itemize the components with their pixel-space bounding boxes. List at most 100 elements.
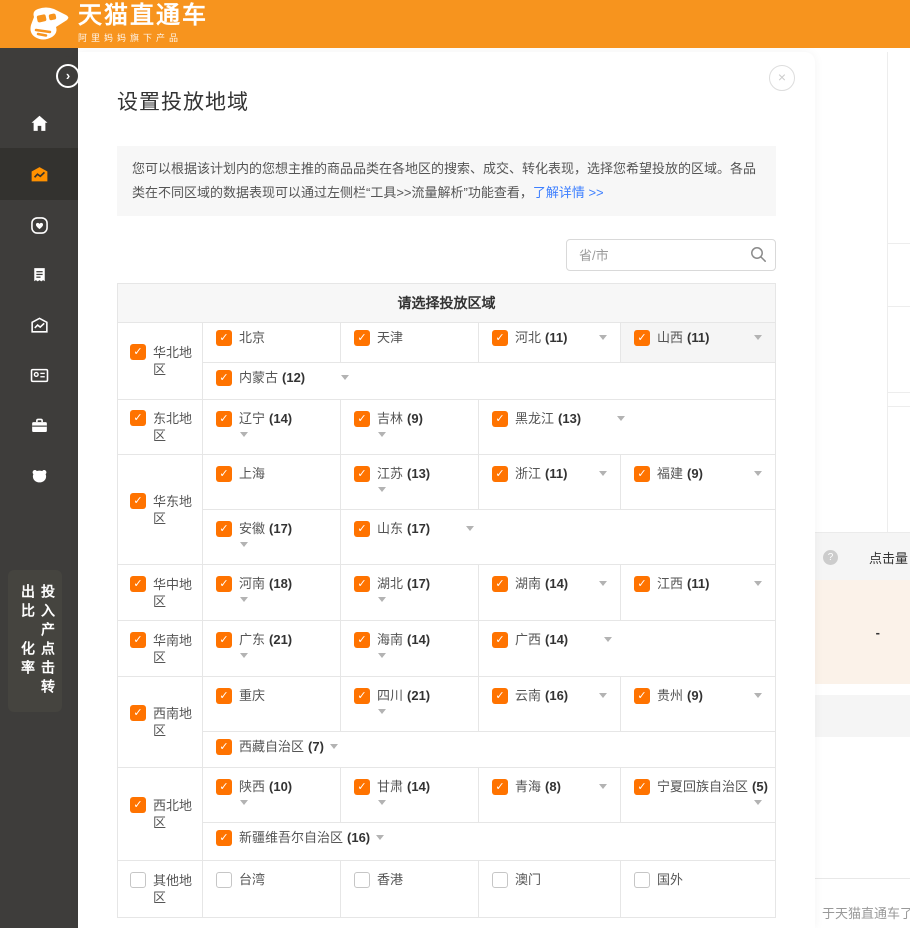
吉林-expand-chevron-down-icon[interactable] — [378, 432, 478, 437]
region-cell-其他地区: 其他地区 — [118, 861, 203, 917]
checkbox-天津[interactable]: ✓ — [354, 330, 370, 346]
checkbox-重庆[interactable]: ✓ — [216, 688, 232, 704]
西藏自治区-expand-chevron-down-icon[interactable] — [330, 739, 338, 749]
山东-expand-chevron-down-icon[interactable] — [466, 521, 474, 531]
checkbox-国外[interactable] — [634, 872, 650, 888]
checkbox-海南[interactable]: ✓ — [354, 632, 370, 648]
checkbox-新疆维吾尔自治区[interactable]: ✓ — [216, 830, 232, 846]
checkbox-华南地区[interactable]: ✓ — [130, 632, 146, 648]
广西-expand-chevron-down-icon[interactable] — [604, 632, 612, 642]
checkbox-山东[interactable]: ✓ — [354, 521, 370, 537]
help-icon[interactable]: ? — [823, 550, 838, 565]
checkbox-内蒙古[interactable]: ✓ — [216, 370, 232, 386]
province-cell-北京: ✓北京 — [203, 323, 341, 362]
checkbox-甘肃[interactable]: ✓ — [354, 779, 370, 795]
sidebar-item-favorites-heart[interactable] — [0, 200, 78, 250]
江西-expand-chevron-down-icon[interactable] — [754, 576, 775, 586]
checkbox-广西[interactable]: ✓ — [492, 632, 508, 648]
checkbox-四川[interactable]: ✓ — [354, 688, 370, 704]
checkbox-东北地区[interactable]: ✓ — [130, 410, 146, 426]
安徽-expand-chevron-down-icon[interactable] — [240, 542, 340, 547]
sidebar-item-report-receipt[interactable] — [0, 250, 78, 300]
山西-expand-chevron-down-icon[interactable] — [754, 330, 775, 340]
江苏-expand-chevron-down-icon[interactable] — [378, 487, 478, 492]
内蒙古-expand-chevron-down-icon[interactable] — [341, 370, 349, 380]
checkbox-福建[interactable]: ✓ — [634, 466, 650, 482]
checkbox-河南[interactable]: ✓ — [216, 576, 232, 592]
sidebar-item-mail-chart[interactable] — [0, 300, 78, 350]
checkbox-华东地区[interactable]: ✓ — [130, 493, 146, 509]
checkbox-上海[interactable]: ✓ — [216, 466, 232, 482]
checkbox-河北[interactable]: ✓ — [492, 330, 508, 346]
clicks-column-header[interactable]: 点击量 — [838, 548, 910, 567]
checkbox-湖南[interactable]: ✓ — [492, 576, 508, 592]
广东-expand-chevron-down-icon[interactable] — [240, 653, 340, 658]
宁夏回族自治区-expand-chevron-down-icon[interactable] — [754, 795, 775, 805]
bg-footer-text[interactable]: 于天猫直通车 — [822, 903, 900, 922]
黑龙江-expand-chevron-down-icon[interactable] — [617, 411, 625, 421]
checkbox-吉林[interactable]: ✓ — [354, 411, 370, 427]
checkbox-西北地区[interactable]: ✓ — [130, 797, 146, 813]
湖南-expand-chevron-down-icon[interactable] — [599, 576, 620, 586]
四川-expand-chevron-down-icon[interactable] — [378, 709, 478, 714]
city-count: (11) — [545, 466, 567, 482]
河南-expand-chevron-down-icon[interactable] — [240, 597, 340, 602]
checkbox-青海[interactable]: ✓ — [492, 779, 508, 795]
sidebar-item-home[interactable] — [0, 98, 78, 148]
checkbox-江苏[interactable]: ✓ — [354, 466, 370, 482]
辽宁-expand-chevron-down-icon[interactable] — [240, 432, 340, 437]
top-app-bar: 天猫直通车 阿里妈妈旗下产品 — [0, 0, 910, 48]
province-label: 福建 — [657, 466, 683, 482]
checkbox-贵州[interactable]: ✓ — [634, 688, 650, 704]
region-cell-华南地区: ✓华南地区 — [118, 621, 203, 676]
province-cell-河北: ✓河北(11) — [479, 323, 621, 362]
checkbox-湖北[interactable]: ✓ — [354, 576, 370, 592]
湖北-expand-chevron-down-icon[interactable] — [378, 597, 478, 602]
checkbox-浙江[interactable]: ✓ — [492, 466, 508, 482]
checkbox-广东[interactable]: ✓ — [216, 632, 232, 648]
learn-more-link[interactable]: 了解详情 >> — [533, 185, 604, 200]
bg-footer-text-right[interactable]: 了 — [900, 903, 910, 922]
province-cell-天津: ✓天津 — [341, 323, 479, 362]
checkbox-山西[interactable]: ✓ — [634, 330, 650, 346]
甘肃-expand-chevron-down-icon[interactable] — [378, 800, 478, 805]
checkbox-华北地区[interactable]: ✓ — [130, 344, 146, 360]
checkbox-西南地区[interactable]: ✓ — [130, 705, 146, 721]
checkbox-香港[interactable] — [354, 872, 370, 888]
tmall-express-logo[interactable]: 天猫直通车 阿里妈妈旗下产品 — [26, 3, 208, 45]
sidebar-item-toolbox[interactable] — [0, 400, 78, 450]
青海-expand-chevron-down-icon[interactable] — [599, 779, 620, 789]
checkbox-北京[interactable]: ✓ — [216, 330, 232, 346]
checkbox-宁夏回族自治区[interactable]: ✓ — [634, 779, 650, 795]
search-icon[interactable] — [750, 246, 767, 263]
浙江-expand-chevron-down-icon[interactable] — [599, 466, 620, 476]
checkbox-江西[interactable]: ✓ — [634, 576, 650, 592]
海南-expand-chevron-down-icon[interactable] — [378, 653, 478, 658]
新疆维吾尔自治区-expand-chevron-down-icon[interactable] — [376, 830, 384, 840]
checkbox-其他地区[interactable] — [130, 872, 146, 888]
province-cell-安徽: ✓安徽(17) — [203, 510, 341, 564]
checkbox-华中地区[interactable]: ✓ — [130, 576, 146, 592]
province-search-input[interactable] — [566, 239, 776, 271]
province-cell-黑龙江: ✓黑龙江(13) — [479, 400, 775, 454]
checkbox-安徽[interactable]: ✓ — [216, 521, 232, 537]
checkbox-西藏自治区[interactable]: ✓ — [216, 739, 232, 755]
贵州-expand-chevron-down-icon[interactable] — [754, 688, 775, 698]
checkbox-黑龙江[interactable]: ✓ — [492, 411, 508, 427]
checkbox-澳门[interactable] — [492, 872, 508, 888]
province-cell-陕西: ✓陕西(10) — [203, 768, 341, 822]
checkbox-陕西[interactable]: ✓ — [216, 779, 232, 795]
city-count: (8) — [545, 779, 561, 795]
checkbox-云南[interactable]: ✓ — [492, 688, 508, 704]
福建-expand-chevron-down-icon[interactable] — [754, 466, 775, 476]
sidebar-item-contact-card[interactable] — [0, 350, 78, 400]
sidebar-item-account[interactable] — [0, 450, 78, 500]
云南-expand-chevron-down-icon[interactable] — [599, 688, 620, 698]
checkbox-辽宁[interactable]: ✓ — [216, 411, 232, 427]
河北-expand-chevron-down-icon[interactable] — [599, 330, 620, 340]
陕西-expand-chevron-down-icon[interactable] — [240, 800, 340, 805]
province-label: 安徽 — [239, 521, 265, 537]
sidebar-item-campaign-chart[interactable] — [0, 148, 78, 200]
close-icon[interactable]: × — [769, 65, 795, 91]
checkbox-台湾[interactable] — [216, 872, 232, 888]
